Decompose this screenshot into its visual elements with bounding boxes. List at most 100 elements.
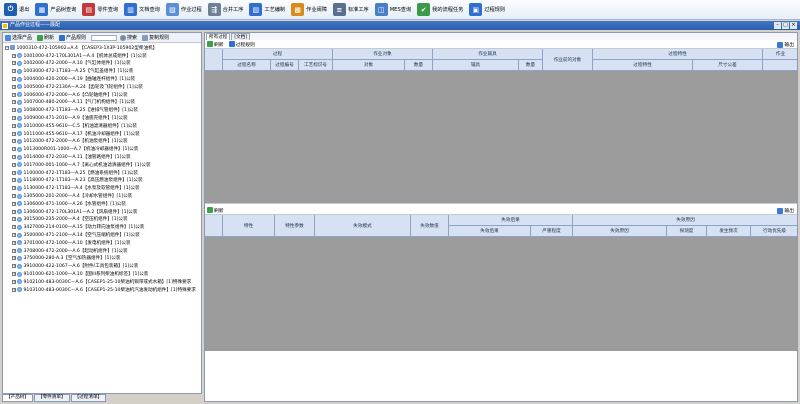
expand-icon[interactable]: + xyxy=(12,201,16,206)
tree-item[interactable]: +1004000-420-2000—A.19【曲轴连杆组件】[1]公装 xyxy=(5,75,201,83)
expand-icon[interactable]: + xyxy=(12,162,16,167)
expand-icon[interactable]: + xyxy=(12,147,16,152)
tree-item[interactable]: +9103100-483-0030C—A.6【CASEP1-25-10柴油机汽油… xyxy=(5,286,201,294)
main-toolbar: ⏻ 退出 ▦ 产品树查询 ▤ 零件查询 ▥ 文档查询 ▧ 作业过程 ⇶ 合并工序 ▨ 工艺编制 ▩ 作业阀障 ≡… xyxy=(0,0,800,20)
tree-root[interactable]: − 1000310-472-105902=A.4 【CASEP3-1X3P-10… xyxy=(5,44,201,52)
expand-icon[interactable]: + xyxy=(12,186,16,191)
tree-item-label: 1014000-472-2030—A.11【油管路组件】[1]公装 xyxy=(23,155,131,161)
toolbar-button-1[interactable]: ▦ 产品树查询 xyxy=(34,1,77,18)
tree-item[interactable]: +3427000-214-0100—A.15【动力转向油泵组件】[1]公装 xyxy=(5,223,201,231)
expand-icon[interactable]: + xyxy=(12,264,16,269)
tree-item[interactable]: +1306000-471-1000—A.26【水管组件】[1]公装 xyxy=(5,200,201,208)
tree-item[interactable]: +1130000-472-1T183—A.4【水泵及软管组件】[1]公装 xyxy=(5,184,201,192)
tree-item[interactable]: +3750000-280-A.3【空气加热器组件】[1]公装 xyxy=(5,255,201,263)
tree-item[interactable]: +1013000R001-1000—A.7【机油冷却器组件】[1]公装 xyxy=(5,145,201,153)
expand-icon[interactable]: + xyxy=(12,53,16,58)
close-icon[interactable]: × xyxy=(790,22,797,29)
bottom-tab-2[interactable]: 【过程清单】 xyxy=(70,394,107,402)
search-input[interactable] xyxy=(91,34,118,41)
toolbar-button-7[interactable]: ▩ 作业阀障 xyxy=(290,1,328,18)
parts-query-icon: ▤ xyxy=(82,3,96,16)
expand-icon[interactable]: + xyxy=(12,279,16,284)
expand-icon[interactable]: + xyxy=(12,139,16,144)
toolbar-button-4[interactable]: ▧ 作业过程 xyxy=(165,1,203,18)
export-button[interactable]: 输出 xyxy=(777,41,794,48)
minimize-icon[interactable]: – xyxy=(774,22,781,29)
expand-icon[interactable]: + xyxy=(12,100,16,105)
tree-item[interactable]: +1118000-472-1T183—A.23【高压燃油泵组件】[1]公装 xyxy=(5,177,201,185)
toolbar-button-11[interactable]: ▣ 过程规则 xyxy=(468,1,506,18)
expand-icon[interactable]: + xyxy=(12,248,16,253)
expand-icon[interactable]: + xyxy=(12,194,16,199)
toolbar-button-10[interactable]: ✔ 我的流程任务 xyxy=(416,1,464,18)
expand-icon[interactable]: + xyxy=(12,233,16,238)
tree-item[interactable]: +1100000-472-1T183—A.25【燃油系统组件】[1]公装 xyxy=(5,169,201,177)
bottom-tab-0[interactable]: 【产品树】 xyxy=(2,394,33,402)
search-button[interactable]: 搜索 xyxy=(120,34,137,41)
expand-icon[interactable]: + xyxy=(12,61,16,66)
tree-item[interactable]: +3500000-471-2100—A.14【空气压缩机组件】[1]公装 xyxy=(5,231,201,239)
export-button[interactable]: 输出 xyxy=(777,207,794,214)
toolbar-button-6[interactable]: ▨ 工艺编制 xyxy=(248,1,286,18)
tree-item[interactable]: +1014000-472-2030—A.11【油管路组件】[1]公装 xyxy=(5,153,201,161)
expand-icon[interactable]: + xyxy=(12,108,16,113)
copy-rule-button[interactable]: 复制规则 xyxy=(142,34,169,41)
tree-item[interactable]: +1009000-471-2010—A.9【油底壳组件】[1]公装 xyxy=(5,114,201,122)
tree-item[interactable]: +3708000-472-2000—A.6【起动机组件】[1]公装 xyxy=(5,247,201,255)
expand-icon[interactable]: + xyxy=(12,217,16,222)
tree-item[interactable]: +1305000-201-2000—A.4【冷却水管组件】[1]公装 xyxy=(5,192,201,200)
toolbar-button-0[interactable]: ⏻ 退出 xyxy=(3,1,30,18)
toolbar-button-8[interactable]: ≡ 标准工序 xyxy=(332,1,370,18)
expand-icon[interactable]: + xyxy=(12,287,16,292)
expand-icon[interactable]: + xyxy=(12,77,16,82)
toolbar-button-9[interactable]: ◫ MES查询 xyxy=(374,1,412,18)
tree-item[interactable]: +9101000-621-1000—A.10【国III系列柴油机标签】[1]公装 xyxy=(5,270,201,278)
expand-icon[interactable]: + xyxy=(12,116,16,121)
refresh-button[interactable]: 刷新 xyxy=(207,207,224,214)
expand-icon[interactable]: + xyxy=(12,240,16,245)
tree-item[interactable]: +1010000-455-9610—C.5【机油滤清器组件】[1]公装 xyxy=(5,122,201,130)
select-product-button[interactable]: 选择产品 xyxy=(5,34,32,41)
tree-item[interactable]: +1011000-455-9610—A.17【机油冷却器组件】[1]公装 xyxy=(5,130,201,138)
expand-icon[interactable]: + xyxy=(12,225,16,230)
tree-item[interactable]: +1017000-001-1000—A.7【离心式机油滤清器组件】[1]公装 xyxy=(5,161,201,169)
expand-icon[interactable]: + xyxy=(12,123,16,128)
expand-icon[interactable]: + xyxy=(12,272,16,276)
expand-icon[interactable]: + xyxy=(12,178,16,183)
expand-icon[interactable]: + xyxy=(12,84,16,89)
toolbar-button-2[interactable]: ▤ 零件查询 xyxy=(81,1,119,18)
expand-icon[interactable]: + xyxy=(12,170,16,175)
expand-icon[interactable]: + xyxy=(12,209,16,214)
tree-item[interactable]: +3701000-472-1000—A.10【发电机组件】[1]公装 xyxy=(5,239,201,247)
tree-item[interactable]: +1306000-472-170L301A1—A.2【风扇组件】[1]公装 xyxy=(5,208,201,216)
refresh-button[interactable]: 刷新 xyxy=(37,34,54,41)
tab-document[interactable]: [文档] xyxy=(231,33,251,40)
tree-item[interactable]: +1001000-472-170L301A1—A.4【机体总成组件】[1]公装 xyxy=(5,52,201,60)
expand-icon[interactable]: + xyxy=(12,69,16,74)
expand-icon[interactable]: + xyxy=(12,256,16,261)
product-spec-button[interactable]: 产品规则 xyxy=(59,34,86,41)
tree-item[interactable]: +3015000-235-2000—A.4【空压机组件】[1]公装 xyxy=(5,216,201,224)
tree-item[interactable]: +1008000-472-1T183—A.25【进排气管组件】[1]公装 xyxy=(5,106,201,114)
expand-icon[interactable]: + xyxy=(12,131,16,136)
expand-icon[interactable]: + xyxy=(12,155,16,160)
tree-item[interactable]: +9102100-483-0030C—A.6【CASEP1-25-10柴油机铜带… xyxy=(5,278,201,286)
toolbar-button-3[interactable]: ▥ 文档查询 xyxy=(123,1,161,18)
tab-all-process[interactable]: 所有过程 xyxy=(206,33,231,40)
maximize-icon[interactable]: □ xyxy=(782,22,789,29)
part-icon xyxy=(17,131,22,137)
tree-item[interactable]: +1005000-472-2130A—A.24【齿轮及飞轮组件】[1]公装 xyxy=(5,83,201,91)
tree-item[interactable]: +1003000-472-1T183—A.25【气缸盖组件】[1]公装 xyxy=(5,67,201,75)
failure-toolbar: 刷新 输出 xyxy=(205,206,797,215)
bottom-tab-1[interactable]: 【零件清单】 xyxy=(33,394,70,402)
collapse-icon[interactable]: − xyxy=(5,45,9,50)
tree-item[interactable]: +1012000-472-2000—A.6【机油泵组件】[1]公装 xyxy=(5,138,201,146)
expand-icon[interactable]: + xyxy=(12,92,16,97)
tree-item[interactable]: +1002000-472-2000—A.10【气缸体组件】[1]公装 xyxy=(5,60,201,68)
toolbar-button-5[interactable]: ⇶ 合并工序 xyxy=(207,1,245,18)
tree-item[interactable]: +1006000-472-2000—A.6【凸轮轴组件】[1]公装 xyxy=(5,91,201,99)
tree-item[interactable]: +3910000-422-1067—A.6【附件/工具包装箱】[1]公装 xyxy=(5,262,201,270)
process-rule-button[interactable]: 过程规则 xyxy=(228,41,255,48)
tree-item[interactable]: +1007000-480-2000—A.11【气门机构组件】[1]公装 xyxy=(5,99,201,107)
refresh-button[interactable]: 刷新 xyxy=(207,41,224,48)
